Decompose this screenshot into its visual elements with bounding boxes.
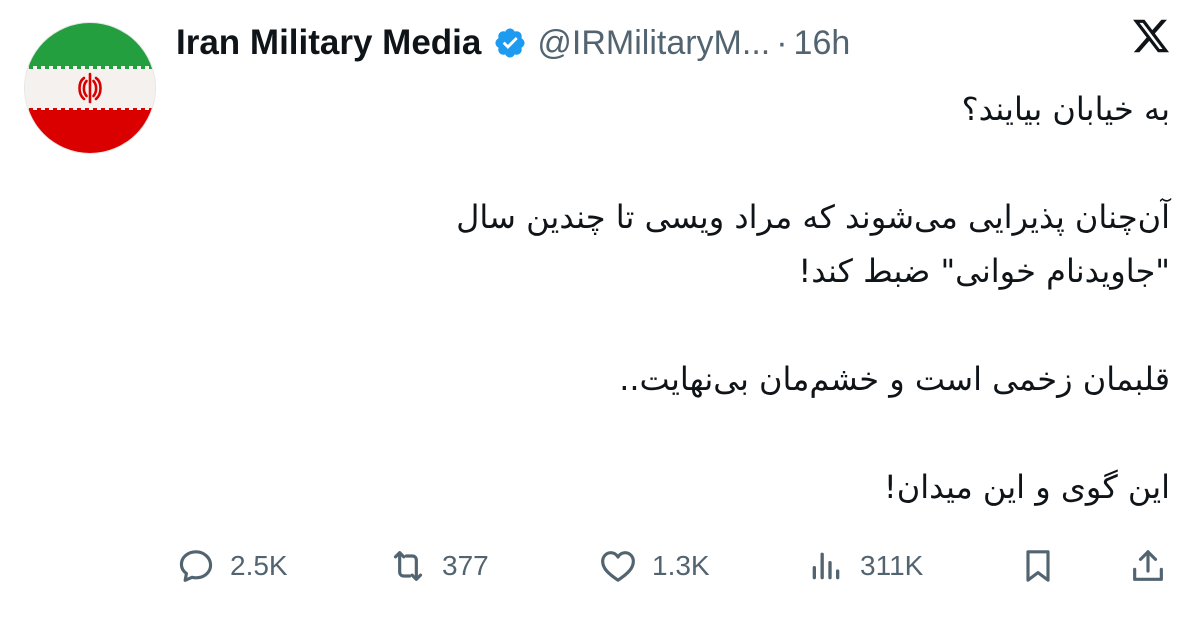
speech-bubble-icon [179,550,213,582]
tweet-line: "جاویدنام خوانی" ضبط کند! [798,252,1170,290]
reply-button[interactable]: 2.5K [176,540,288,592]
repost-arrows-icon [393,551,423,581]
action-bar: 2.5K 377 1.3K 311K [0,540,1200,592]
flag-emblem-icon [78,72,102,104]
views-button[interactable]: 311K [806,540,923,592]
heart-icon [601,551,635,582]
bookmark-button[interactable] [1018,540,1058,592]
avatar[interactable] [24,22,156,154]
like-count: 1.3K [652,550,710,581]
verified-badge-icon [495,28,525,58]
separator-dot: · [776,23,788,62]
reply-count: 2.5K [230,550,288,581]
tweet-line: به خیابان بیایند؟ [961,90,1170,128]
like-button[interactable]: 1.3K [598,540,710,592]
x-logo-icon[interactable] [1131,16,1171,56]
repost-count: 377 [442,550,489,581]
view-count: 311K [860,550,924,581]
bookmark-icon [1026,550,1050,582]
flag-green-stripe [25,23,155,69]
author-name[interactable]: Iran Military Media [176,23,481,63]
timestamp[interactable]: 16h [794,24,851,63]
tweet-line: این گوی و این میدان! [883,468,1170,506]
tweet-line: قلبمان زخمی است و خشم‌مان بی‌نهایت.. [619,360,1170,398]
share-button[interactable] [1128,540,1168,592]
author-handle[interactable]: @IRMilitaryM... [537,24,770,63]
bar-chart-icon [812,552,840,580]
share-upload-icon [1133,550,1163,581]
flag-red-stripe [25,107,155,153]
repost-button[interactable]: 377 [388,540,489,592]
tweet-line: آن‌چنان پذیرایی می‌شوند که مراد ویسی تا … [456,198,1170,236]
tweet-text: به خیابان بیایند؟ آن‌چنان پذیرایی می‌شون… [240,82,1170,514]
tweet-header: Iran Military Media @IRMilitaryM... · 16… [176,18,850,68]
